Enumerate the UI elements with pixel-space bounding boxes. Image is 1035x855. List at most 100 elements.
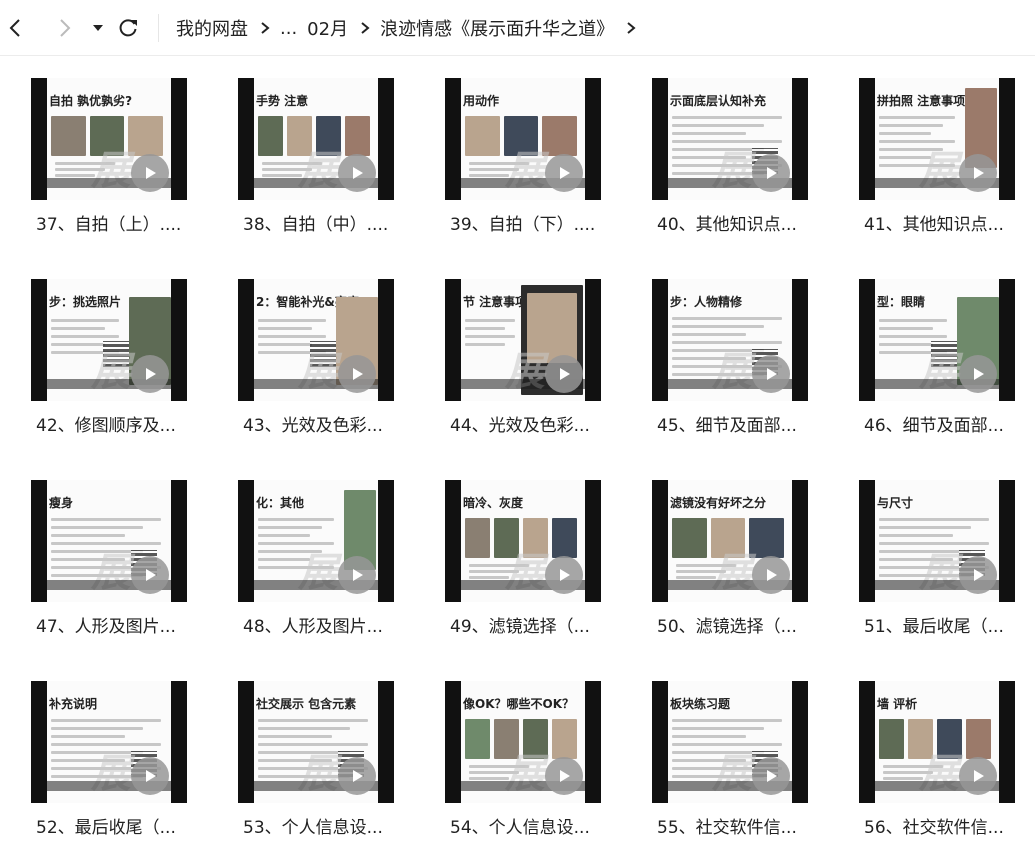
play-button[interactable] (338, 556, 376, 594)
play-button[interactable] (959, 556, 997, 594)
play-icon (767, 167, 777, 179)
play-icon (974, 770, 984, 782)
play-button[interactable] (752, 355, 790, 393)
play-button[interactable] (545, 556, 583, 594)
video-tile[interactable]: 社交展示 包含元素展 53、个人信息设... (238, 659, 418, 849)
play-button[interactable] (959, 355, 997, 393)
video-tile[interactable]: 步：挑选照片展 42、修图顺序及... (31, 257, 211, 447)
video-thumbnail[interactable]: 补充说明展 (31, 681, 187, 803)
play-button[interactable] (338, 757, 376, 795)
video-thumbnail[interactable]: 瘦身展 (31, 480, 187, 602)
video-tile[interactable]: 型：眼睛展 46、细节及面部... (859, 257, 1035, 447)
video-tile[interactable]: 步：人物精修展 45、细节及面部... (652, 257, 832, 447)
play-button[interactable] (545, 355, 583, 393)
refresh-icon (119, 19, 137, 37)
video-thumbnail[interactable]: 板块练习题展 (652, 681, 808, 803)
thumbnail-photo (345, 116, 370, 156)
play-button[interactable] (545, 154, 583, 192)
video-thumbnail[interactable]: 型：眼睛展 (859, 279, 1015, 401)
video-tile[interactable]: 用动作展 39、自拍（下）.... (445, 56, 625, 246)
play-button[interactable] (131, 757, 169, 795)
play-button[interactable] (752, 154, 790, 192)
play-button[interactable] (959, 757, 997, 795)
file-grid: 自拍 孰优孰劣? 展 37、自拍（上）.... 手势 注意展 38、自拍（中）.... 用… (0, 56, 1035, 855)
video-thumbnail[interactable]: 像OK？哪些不OK？展 (445, 681, 601, 803)
video-tile[interactable]: 手势 注意展 38、自拍（中）.... (238, 56, 418, 246)
video-tile[interactable]: 暗冷、灰度展 49、滤镜选择（... (445, 458, 625, 648)
video-thumbnail[interactable]: 自拍 孰优孰劣? 展 (31, 78, 187, 200)
play-button[interactable] (959, 154, 997, 192)
video-thumbnail[interactable]: 示面底层认知补充展 (652, 78, 808, 200)
video-tile[interactable]: 与尺寸展 51、最后收尾（... (859, 458, 1035, 648)
forward-button[interactable] (50, 14, 78, 42)
video-thumbnail[interactable]: 化：其他展 (238, 480, 394, 602)
video-tile[interactable]: 像OK？哪些不OK？展 54、个人信息设... (445, 659, 625, 849)
video-thumbnail[interactable]: 暗冷、灰度展 (445, 480, 601, 602)
play-icon (767, 368, 777, 380)
video-thumbnail[interactable]: 用动作展 (445, 78, 601, 200)
thumbnail-text-line (258, 719, 368, 722)
slide-title: 板块练习题 (670, 697, 731, 711)
video-thumbnail[interactable]: 墙 评析展 (859, 681, 1015, 803)
thumbnail-text-line (51, 534, 125, 537)
file-name: 45、细节及面部... (657, 416, 797, 436)
video-tile[interactable]: 节 注意事项展 44、光效及色彩... (445, 257, 625, 447)
video-tile[interactable]: 拼拍照 注意事项展 41、其他知识点... (859, 56, 1035, 246)
video-tile[interactable]: 补充说明展 52、最后收尾（... (31, 659, 211, 849)
video-thumbnail[interactable]: 2：智能补光&亮度展 (238, 279, 394, 401)
play-button[interactable] (338, 355, 376, 393)
thumbnail-text-line (469, 777, 509, 780)
thumbnail-photo (465, 116, 500, 156)
slide-title: 社交展示 包含元素 (256, 697, 357, 711)
file-name: 41、其他知识点... (864, 215, 1004, 235)
video-thumbnail[interactable]: 步：人物精修展 (652, 279, 808, 401)
play-button[interactable] (752, 757, 790, 795)
video-tile[interactable]: 2：智能补光&亮度展 43、光效及色彩... (238, 257, 418, 447)
video-thumbnail[interactable]: 步：挑选照片展 (31, 279, 187, 401)
breadcrumb-item-root[interactable]: 我的网盘 (176, 15, 248, 41)
play-button[interactable] (131, 556, 169, 594)
play-icon (146, 167, 156, 179)
thumbnail-photo (128, 116, 163, 156)
play-icon (767, 770, 777, 782)
chevron-right-icon (626, 21, 636, 35)
slide-title: 手势 注意 (256, 94, 309, 108)
video-thumbnail[interactable]: 节 注意事项展 (445, 279, 601, 401)
breadcrumb-item-month[interactable]: 02月 (307, 15, 348, 41)
video-tile[interactable]: 板块练习题展 55、社交软件信... (652, 659, 832, 849)
back-button[interactable] (2, 14, 30, 42)
video-tile[interactable]: 化：其他展 48、人形及图片... (238, 458, 418, 648)
play-button[interactable] (131, 154, 169, 192)
thumbnail-text-line (879, 116, 955, 119)
refresh-button[interactable] (114, 14, 142, 42)
thumbnail-text-line (51, 319, 119, 322)
play-button[interactable] (131, 355, 169, 393)
video-tile[interactable]: 墙 评析展 56、社交软件信... (859, 659, 1035, 849)
play-button[interactable] (752, 556, 790, 594)
thumbnail-text-line (262, 174, 302, 177)
file-name: 43、光效及色彩... (243, 416, 383, 436)
video-thumbnail[interactable]: 滤镜没有好坏之分展 (652, 480, 808, 602)
play-button[interactable] (338, 154, 376, 192)
play-icon (974, 167, 984, 179)
play-button[interactable] (545, 757, 583, 795)
video-thumbnail[interactable]: 手势 注意展 (238, 78, 394, 200)
breadcrumb-item-ellipsis[interactable]: ... (280, 18, 297, 39)
video-tile[interactable]: 自拍 孰优孰劣? 展 37、自拍（上）.... (31, 56, 211, 246)
history-dropdown-button[interactable] (84, 14, 112, 42)
slide-title: 自拍 孰优孰劣? (49, 94, 133, 108)
thumbnail-text-line (465, 335, 515, 338)
video-thumbnail[interactable]: 社交展示 包含元素展 (238, 681, 394, 803)
slide-title: 墙 评析 (877, 697, 918, 711)
video-thumbnail[interactable]: 与尺寸展 (859, 480, 1015, 602)
video-tile[interactable]: 示面底层认知补充展 40、其他知识点... (652, 56, 832, 246)
slide-title: 与尺寸 (877, 496, 914, 510)
chevron-right-icon (360, 21, 370, 35)
chevron-left-icon (9, 19, 20, 37)
video-tile[interactable]: 瘦身展 47、人形及图片... (31, 458, 211, 648)
breadcrumb-item-current[interactable]: 浪迹情感《展示面升华之道》 (380, 15, 614, 41)
video-tile[interactable]: 滤镜没有好坏之分展 50、滤镜选择（... (652, 458, 832, 648)
slide-title: 滤镜没有好坏之分 (670, 496, 767, 510)
thumbnail-text-line (258, 534, 310, 537)
video-thumbnail[interactable]: 拼拍照 注意事项展 (859, 78, 1015, 200)
